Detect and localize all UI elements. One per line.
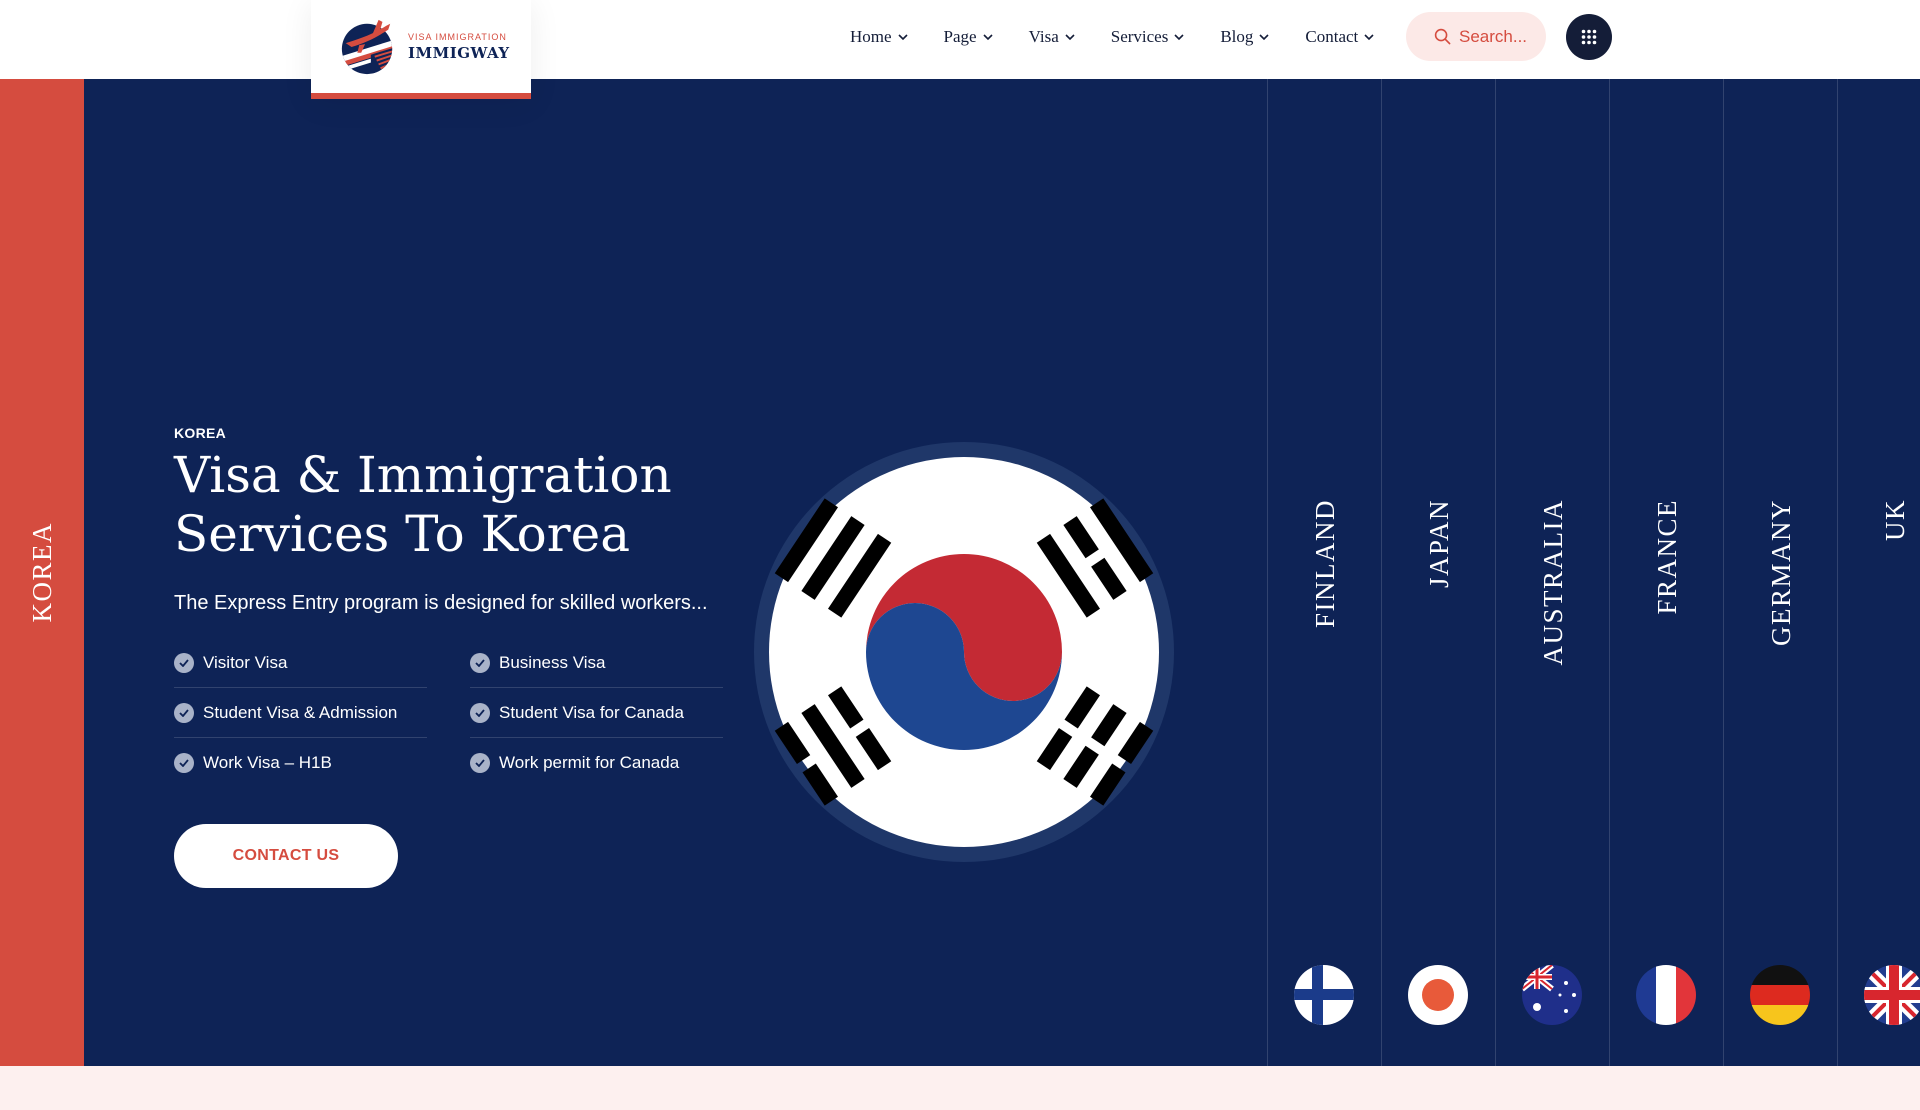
nav-item-contact[interactable]: Contact xyxy=(1305,27,1374,47)
country-tab-label: KOREA xyxy=(26,522,57,623)
country-tab-finland[interactable]: FINLAND xyxy=(1267,79,1381,1066)
country-tab-label: UK xyxy=(1879,499,1910,541)
chevron-down-icon xyxy=(983,33,993,40)
logo-text: VISA IMMIGRATION IMMIGWAY xyxy=(408,31,510,63)
country-tab-germany[interactable]: GERMANY xyxy=(1723,79,1837,1066)
nav-item-home[interactable]: Home xyxy=(850,27,908,47)
main-nav: Home Page Visa Services Blog Contact xyxy=(850,0,1374,74)
country-tab-label: JAPAN xyxy=(1423,499,1454,589)
japan-flag-icon xyxy=(1408,965,1468,1025)
nav-item-services[interactable]: Services xyxy=(1111,27,1185,47)
chevron-down-icon xyxy=(1364,33,1374,40)
country-tab-uk[interactable]: UK xyxy=(1837,79,1920,1066)
country-tab-japan[interactable]: JAPAN xyxy=(1381,79,1495,1066)
visa-feature-list: Visitor Visa Business Visa Student Visa … xyxy=(174,638,726,788)
plane-globe-logo-icon xyxy=(341,19,393,74)
korea-flag-icon xyxy=(754,442,1174,862)
hero-title-line-1: Visa & Immigration xyxy=(174,446,672,504)
germany-flag-icon xyxy=(1750,965,1810,1025)
check-icon xyxy=(470,753,490,773)
menu-grid-button[interactable] xyxy=(1566,14,1612,60)
check-icon xyxy=(174,702,194,723)
nav-label: Blog xyxy=(1220,27,1254,46)
nav-label: Visa xyxy=(1028,27,1059,46)
country-tab-australia[interactable]: AUSTRALIA xyxy=(1495,79,1609,1066)
chevron-down-icon xyxy=(1174,33,1184,40)
check-icon xyxy=(174,652,194,673)
check-icon xyxy=(174,753,194,773)
contact-us-button[interactable]: CONTACT US xyxy=(174,824,398,888)
feature-item: Work permit for Canada xyxy=(470,738,723,788)
search-box[interactable] xyxy=(1406,12,1546,61)
nav-label: Home xyxy=(850,27,892,46)
feature-item: Business Visa xyxy=(470,638,723,688)
uk-flag-icon xyxy=(1864,965,1920,1025)
chevron-down-icon xyxy=(1259,33,1269,40)
finland-flag-icon xyxy=(1294,965,1354,1025)
grid-icon xyxy=(1581,29,1597,45)
france-flag-icon xyxy=(1636,965,1696,1025)
feature-label: Student Visa & Admission xyxy=(203,702,398,722)
feature-label: Work permit for Canada xyxy=(499,753,680,772)
nav-label: Contact xyxy=(1305,27,1359,46)
nav-item-page[interactable]: Page xyxy=(944,27,993,47)
country-tab-france[interactable]: FRANCE xyxy=(1609,79,1723,1066)
hero-section: KOREA KOREA Visa & Immigration Services … xyxy=(0,79,1920,1066)
chevron-down-icon xyxy=(897,33,908,40)
country-tab-label: FINLAND xyxy=(1309,499,1340,628)
nav-item-blog[interactable]: Blog xyxy=(1220,27,1269,47)
nav-label: Page xyxy=(943,27,977,46)
logo[interactable]: VISA IMMIGRATION IMMIGWAY xyxy=(311,0,531,99)
site-header: Home Page Visa Services Blog Contact xyxy=(0,0,1920,79)
feature-label: Visitor Visa xyxy=(203,652,288,672)
feature-item: Student Visa & Admission xyxy=(174,688,427,738)
nav-label: Services xyxy=(1110,27,1169,46)
search-icon xyxy=(1434,28,1451,45)
country-tab-label: AUSTRALIA xyxy=(1537,499,1568,666)
country-tab-label: GERMANY xyxy=(1765,499,1796,647)
hero-title: Visa & Immigration Services To Korea xyxy=(174,446,734,564)
check-icon xyxy=(470,652,490,673)
australia-flag-icon xyxy=(1522,965,1582,1025)
feature-item: Student Visa for Canada xyxy=(470,688,723,738)
country-tab-label: FRANCE xyxy=(1651,499,1682,615)
country-tab-korea[interactable]: KOREA xyxy=(0,79,84,1066)
feature-label: Business Visa xyxy=(499,652,606,672)
feature-label: Work Visa – H1B xyxy=(203,753,332,772)
hero-title-line-2: Services To Korea xyxy=(174,505,631,563)
feature-item: Visitor Visa xyxy=(174,638,427,688)
logo-name: IMMIGWAY xyxy=(408,43,510,62)
hero-subtitle: KOREA xyxy=(174,425,227,441)
chevron-down-icon xyxy=(1065,33,1075,40)
check-icon xyxy=(470,702,490,723)
hero-description: The Express Entry program is designed fo… xyxy=(174,592,708,614)
feature-label: Student Visa for Canada xyxy=(499,702,684,722)
logo-tagline: VISA IMMIGRATION xyxy=(408,31,507,42)
feature-item: Work Visa – H1B xyxy=(174,738,427,788)
nav-item-visa[interactable]: Visa xyxy=(1029,27,1075,47)
search-input[interactable] xyxy=(1459,26,1539,47)
